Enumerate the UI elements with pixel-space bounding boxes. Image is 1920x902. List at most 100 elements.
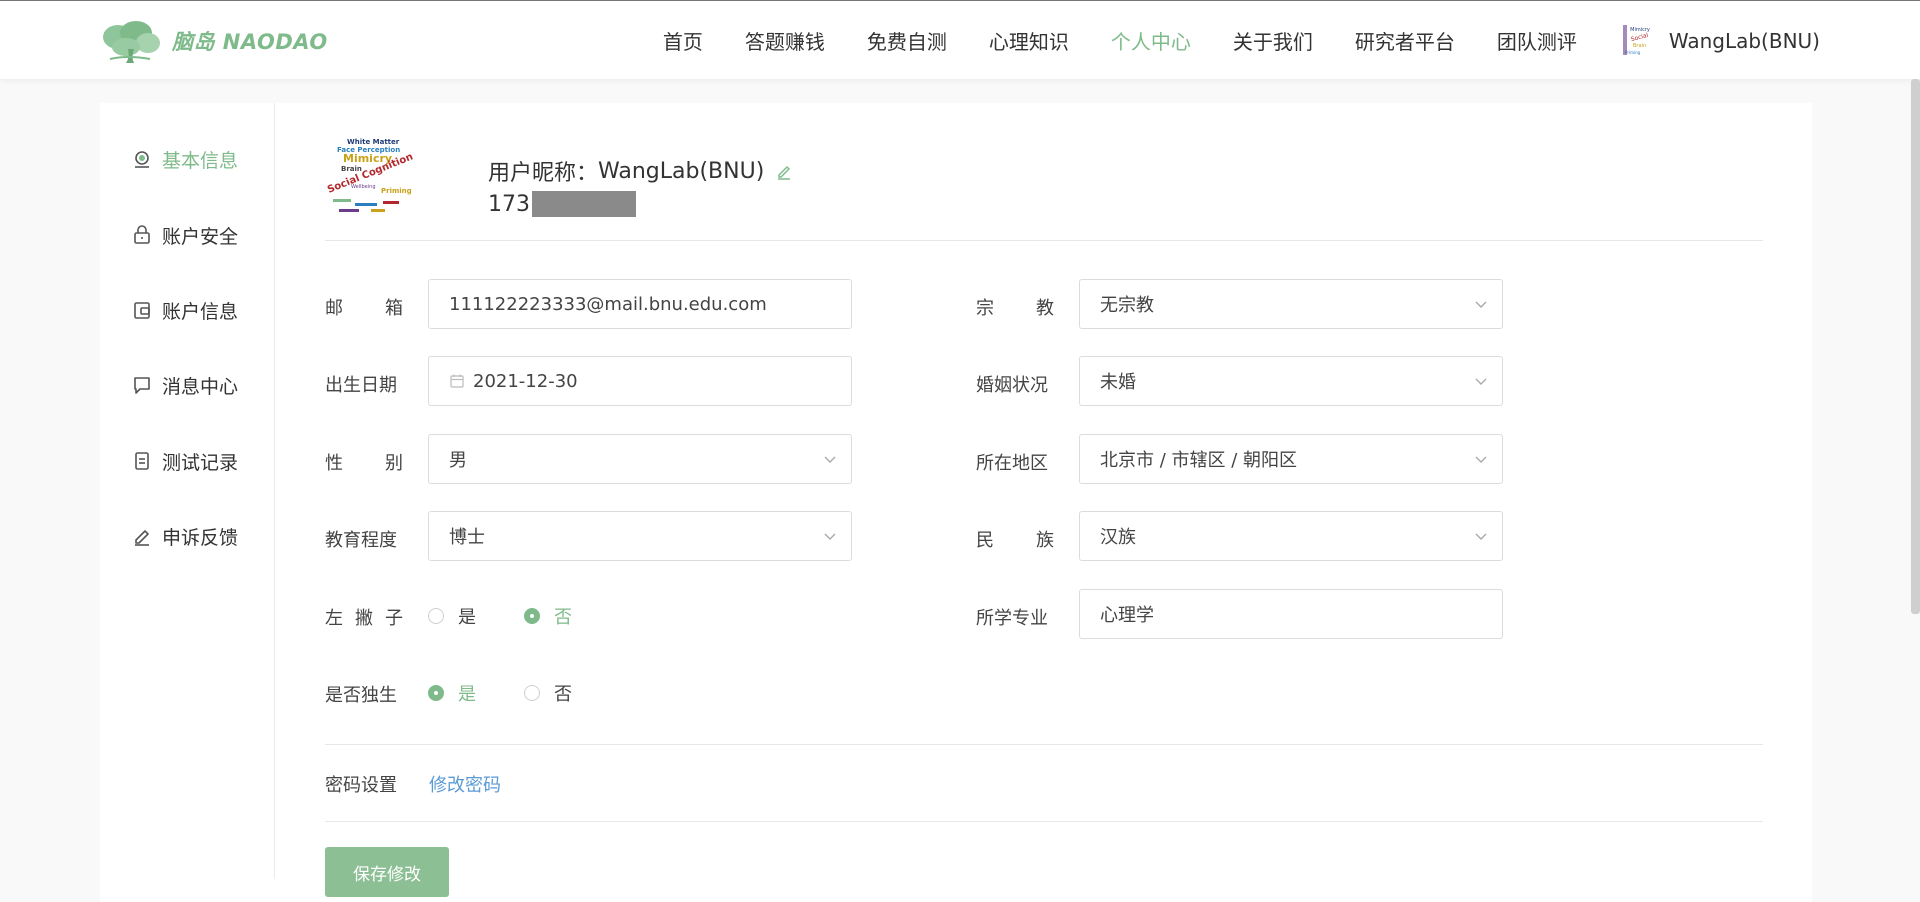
- nav-item-knowledge[interactable]: 心理知识: [989, 26, 1069, 55]
- sidebar-item-label: 账户信息: [162, 300, 239, 323]
- change-password-link[interactable]: 修改密码: [429, 771, 501, 797]
- logo-text: 脑岛 NAODAO: [172, 30, 328, 54]
- chevron-down-icon: [824, 456, 836, 463]
- marital-select[interactable]: 未婚: [1079, 356, 1503, 406]
- ethnicity-select[interactable]: 汉族: [1079, 511, 1503, 561]
- basic-info-panel: White Matter Face Perception Mimicry Bra…: [325, 103, 1763, 902]
- svg-text:Priming: Priming: [1625, 50, 1641, 55]
- marital-value: 未婚: [1100, 372, 1136, 393]
- sidebar-item-label: 基本信息: [162, 149, 239, 172]
- phone-prefix: 173: [488, 191, 530, 217]
- nav-item-team[interactable]: 团队测评: [1497, 26, 1577, 55]
- radio-label: 是: [458, 607, 476, 628]
- left-handed-no-radio[interactable]: 否: [524, 603, 572, 629]
- only-child-label: 是否独生: [325, 685, 397, 706]
- education-select[interactable]: 博士: [428, 511, 852, 561]
- radio-circle[interactable]: [428, 608, 444, 624]
- birthdate-value: 2021-12-30: [473, 370, 578, 392]
- divider: [325, 821, 1763, 822]
- education-value: 博士: [449, 527, 485, 548]
- user-icon: [132, 149, 152, 169]
- calendar-icon: [449, 373, 465, 389]
- nav-item-researcher[interactable]: 研究者平台: [1355, 26, 1455, 55]
- sidebar-item-feedback[interactable]: 申诉反馈: [132, 522, 238, 550]
- region-cascader[interactable]: 北京市 / 市辖区 / 朝阳区: [1079, 434, 1503, 484]
- chevron-down-icon: [1475, 378, 1487, 385]
- wordcloud-word: Wellbeing: [351, 184, 376, 190]
- sidebar: 基本信息 账户安全 账户信息 消息中心 测试记录 申诉反馈: [100, 103, 275, 879]
- left-handed-yes-radio[interactable]: 是: [428, 603, 476, 629]
- major-input[interactable]: 心理学: [1079, 589, 1503, 639]
- page-scrollbar[interactable]: [1911, 79, 1920, 614]
- sidebar-item-label: 申诉反馈: [162, 526, 239, 549]
- email-input[interactable]: 111122223333@mail.bnu.edu.com: [428, 279, 852, 329]
- user-menu[interactable]: Mimicry Social Brain Priming WangLab(BNU…: [1618, 22, 1820, 59]
- wordcloud-word: White Matter: [347, 138, 400, 146]
- profile-avatar[interactable]: White Matter Face Perception Mimicry Bra…: [325, 133, 425, 217]
- email-label: 邮箱: [325, 298, 403, 319]
- chevron-down-icon: [1475, 456, 1487, 463]
- region-label: 所在地区: [976, 453, 1048, 474]
- wordcloud-avatar-image: White Matter Face Perception Mimicry Bra…: [325, 133, 425, 217]
- sidebar-item-label: 测试记录: [162, 451, 239, 474]
- save-changes-button[interactable]: 保存修改: [325, 847, 449, 897]
- user-avatar[interactable]: Mimicry Social Brain Priming: [1618, 22, 1661, 59]
- edit-nickname-icon[interactable]: [774, 161, 794, 181]
- message-icon: [132, 375, 152, 395]
- birthdate-picker[interactable]: 2021-12-30: [428, 356, 852, 406]
- radio-circle[interactable]: [524, 608, 540, 624]
- nav-item-home[interactable]: 首页: [663, 26, 703, 55]
- radio-label: 否: [554, 684, 572, 705]
- wordcloud-word: Priming: [381, 187, 412, 195]
- document-icon: [132, 451, 152, 471]
- nav-item-earn[interactable]: 答题赚钱: [745, 26, 825, 55]
- major-label: 所学专业: [976, 608, 1048, 629]
- nickname-label: 用户昵称：: [488, 161, 599, 186]
- divider: [325, 240, 1763, 241]
- radio-circle[interactable]: [524, 685, 540, 701]
- sidebar-item-test-records[interactable]: 测试记录: [132, 447, 238, 475]
- chevron-down-icon: [1475, 301, 1487, 308]
- wallet-icon: [132, 300, 152, 320]
- email-value: 111122223333@mail.bnu.edu.com: [449, 293, 767, 315]
- birthdate-label: 出生日期: [325, 375, 397, 396]
- nav-item-about[interactable]: 关于我们: [1233, 26, 1313, 55]
- password-setting-label: 密码设置: [325, 775, 397, 796]
- radio-circle[interactable]: [428, 685, 444, 701]
- marital-label: 婚姻状况: [976, 375, 1048, 396]
- sidebar-item-account-security[interactable]: 账户安全: [132, 221, 238, 249]
- sidebar-item-basic-info[interactable]: 基本信息: [132, 145, 238, 173]
- only-child-no-radio[interactable]: 否: [524, 680, 572, 706]
- sidebar-item-label: 账户安全: [162, 225, 239, 248]
- radio-label: 否: [554, 607, 572, 628]
- personal-center-card: 基本信息 账户安全 账户信息 消息中心 测试记录 申诉反馈 White Matt…: [100, 103, 1812, 902]
- phone-redacted-mask: [532, 191, 636, 217]
- divider: [325, 744, 1763, 745]
- sidebar-item-label: 消息中心: [162, 375, 239, 398]
- profile-header: White Matter Face Perception Mimicry Bra…: [325, 133, 1763, 233]
- gender-label: 性别: [325, 453, 403, 474]
- sidebar-item-message-center[interactable]: 消息中心: [132, 371, 238, 399]
- region-value: 北京市 / 市辖区 / 朝阳区: [1100, 450, 1298, 471]
- phone-row: 173: [488, 191, 636, 217]
- lock-icon: [132, 225, 152, 245]
- religion-label: 宗教: [976, 298, 1054, 319]
- user-name[interactable]: WangLab(BNU): [1669, 29, 1820, 53]
- gender-select[interactable]: 男: [428, 434, 852, 484]
- ethnicity-label: 民族: [976, 530, 1054, 551]
- religion-select[interactable]: 无宗教: [1079, 279, 1503, 329]
- sidebar-item-account-info[interactable]: 账户信息: [132, 296, 238, 324]
- logo[interactable]: 脑岛 NAODAO: [98, 19, 328, 63]
- only-child-yes-radio[interactable]: 是: [428, 680, 476, 706]
- major-value: 心理学: [1100, 605, 1154, 626]
- nav-item-personal-center[interactable]: 个人中心: [1111, 26, 1191, 55]
- ethnicity-value: 汉族: [1100, 527, 1136, 548]
- nav-item-self-test[interactable]: 免费自测: [867, 26, 947, 55]
- education-label: 教育程度: [325, 530, 397, 551]
- edit-icon: [132, 526, 152, 546]
- radio-label: 是: [458, 684, 476, 705]
- top-navigation-bar: 脑岛 NAODAO 首页 答题赚钱 免费自测 心理知识 个人中心 关于我们 研究…: [0, 0, 1920, 79]
- svg-text:Brain: Brain: [1633, 43, 1646, 49]
- only-child-radio-group: 是 否: [428, 680, 620, 706]
- left-handed-radio-group: 是 否: [428, 603, 620, 629]
